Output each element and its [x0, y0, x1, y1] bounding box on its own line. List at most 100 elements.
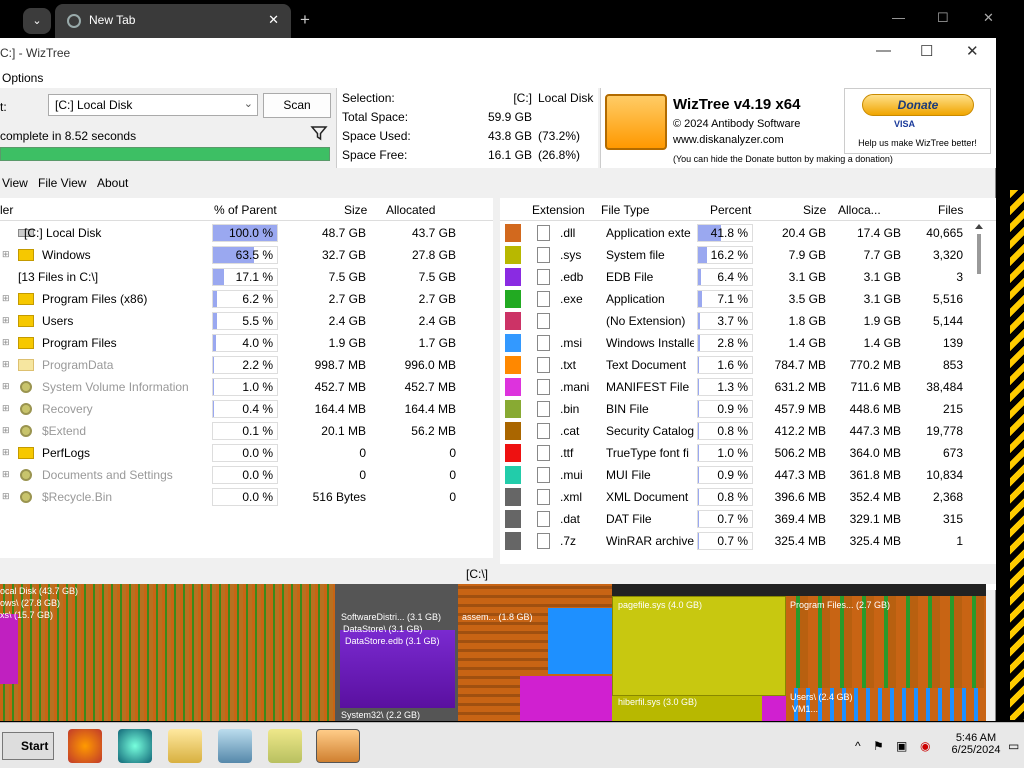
treemap[interactable]: ocal Disk (43.7 GB) ows\ (27.8 GB) xs\ (… [0, 584, 986, 721]
firefox-icon[interactable] [68, 729, 102, 763]
expand-icon[interactable]: ⊞ [2, 447, 10, 458]
expand-icon[interactable]: ⊞ [2, 381, 10, 392]
edge-icon[interactable] [118, 729, 152, 763]
folder-row[interactable]: ⊞ Program Files (x86) 6.2 % 2.7 GB 2.7 GB [0, 288, 493, 310]
folder-row[interactable]: ⊞ $Extend 0.1 % 20.1 MB 56.2 MB [0, 420, 493, 442]
extension-row[interactable]: .7z WinRAR archive 0.7 % 325.4 MB 325.4 MB 1 [500, 530, 996, 552]
file-type-icon [537, 467, 550, 483]
folder-row[interactable]: ⊞ Users 5.5 % 2.4 GB 2.4 GB [0, 310, 493, 332]
col-allocated[interactable]: Allocated [386, 202, 435, 220]
expand-icon[interactable]: ⊞ [2, 469, 10, 480]
extension-row[interactable]: .exe Application 7.1 % 3.5 GB 3.1 GB 5,516 [500, 288, 996, 310]
drive-select[interactable]: [C:] Local Disk ⌄ [48, 94, 258, 116]
maximize-button[interactable]: ☐ [920, 42, 933, 60]
tab-file-view[interactable]: File View [38, 176, 86, 190]
folder-row[interactable]: ⊞ Recovery 0.4 % 164.4 MB 164.4 MB [0, 398, 493, 420]
folder-row[interactable]: ⊞ Windows 63.5 % 32.7 GB 27.8 GB [0, 244, 493, 266]
treemap-block-small[interactable] [762, 696, 786, 721]
col-folder[interactable]: ler [0, 202, 13, 220]
percent-of-parent: 0.0 % [212, 444, 278, 462]
browser-close-button[interactable]: ✕ [983, 10, 994, 26]
expand-icon[interactable]: ⊞ [2, 315, 10, 326]
website-link[interactable]: www.diskanalyzer.com [673, 134, 784, 146]
tab-tree-view[interactable]: View [2, 176, 28, 190]
treemap-block-pagefile[interactable] [612, 596, 786, 696]
expand-icon[interactable]: ⊞ [2, 425, 10, 436]
ext-allocated: 325.4 MB [849, 534, 901, 548]
new-tab-button[interactable]: + [300, 10, 310, 30]
volume-muted-icon[interactable]: ◉ [920, 739, 930, 753]
folder-row[interactable]: [C:] Local Disk 100.0 % 48.7 GB 43.7 GB [0, 222, 493, 244]
expand-icon[interactable]: ⊞ [2, 491, 10, 502]
extension-row[interactable]: .edb EDB File 6.4 % 3.1 GB 3.1 GB 3 [500, 266, 996, 288]
extension-row[interactable]: .mani MANIFEST File 1.3 % 631.2 MB 711.6 MB 3… [500, 376, 996, 398]
tab-close-button[interactable]: ✕ [268, 12, 279, 28]
folder-row[interactable]: ⊞ $Recycle.Bin 0.0 % 516 Bytes 0 [0, 486, 493, 508]
extension-row[interactable]: .txt Text Document 1.6 % 784.7 MB 770.2 MB 85… [500, 354, 996, 376]
file-count: 3 [956, 270, 963, 284]
wiztree-taskbar-icon[interactable] [316, 729, 360, 763]
file-type: MUI File [606, 468, 651, 482]
scan-button[interactable]: Scan [263, 93, 331, 118]
tray-expand-icon[interactable]: ^ [855, 739, 861, 753]
percent-bar [213, 379, 214, 395]
donate-panel[interactable]: Donate VISA Help us make WizTree better! [844, 88, 991, 154]
col-pct-parent[interactable]: % of Parent [214, 202, 277, 220]
col-ext-allocated[interactable]: Alloca... [838, 202, 881, 220]
expand-icon[interactable]: ⊞ [2, 359, 10, 370]
expand-icon[interactable]: ⊞ [2, 293, 10, 304]
treemap-block-msi[interactable] [548, 608, 612, 674]
col-ext-size[interactable]: Size [803, 202, 826, 220]
expand-icon[interactable]: ⊞ [2, 403, 10, 414]
control-panel-icon[interactable] [218, 729, 252, 763]
extension-row[interactable]: .xml XML Document 0.8 % 396.6 MB 352.4 MB 2,3… [500, 486, 996, 508]
network-icon[interactable]: ▣ [896, 739, 907, 753]
folder-row[interactable]: ⊞ ProgramData 2.2 % 998.7 MB 996.0 MB [0, 354, 493, 376]
ext-allocated: 361.8 MB [849, 468, 901, 482]
vertical-scrollbar[interactable] [973, 222, 985, 592]
browser-tab[interactable]: New Tab ✕ [55, 4, 291, 38]
extension-row[interactable]: .sys System file 16.2 % 7.9 GB 7.7 GB 3,320 [500, 244, 996, 266]
start-button[interactable]: Start [2, 732, 54, 760]
folder-row[interactable]: ⊞ Documents and Settings 0.0 % 0 0 [0, 464, 493, 486]
extension-row[interactable]: (No Extension) 3.7 % 1.8 GB 1.9 GB 5,144 [500, 310, 996, 332]
col-file-type[interactable]: File Type [601, 202, 649, 220]
extension-row[interactable]: .bin BIN File 0.9 % 457.9 MB 448.6 MB 215 [500, 398, 996, 420]
system-clock[interactable]: 5:46 AM 6/25/2024 [946, 732, 1006, 756]
extension-row[interactable]: .msi Windows Installe 2.8 % 1.4 GB 1.4 GB 139 [500, 332, 996, 354]
treemap-block-misc[interactable] [520, 676, 612, 721]
col-size[interactable]: Size [344, 202, 367, 220]
system-folder-icon [20, 381, 32, 393]
extension-row[interactable]: .dll Application exte 41.8 % 20.4 GB 17.4 GB… [500, 222, 996, 244]
folder-row[interactable]: ⊞ Program Files 4.0 % 1.9 GB 1.7 GB [0, 332, 493, 354]
expand-icon[interactable]: ⊞ [2, 249, 10, 260]
col-percent[interactable]: Percent [710, 202, 751, 220]
flag-icon[interactable]: ⚑ [873, 739, 884, 753]
show-desktop-icon[interactable]: ▭ [1008, 739, 1019, 753]
folder-allocated: 2.7 GB [418, 292, 456, 306]
browser-maximize-button[interactable]: ☐ [937, 10, 949, 26]
file-explorer-icon[interactable] [168, 729, 202, 763]
percent-of-parent: 2.2 % [212, 356, 278, 374]
folder-row[interactable]: [13 Files in C:\] 17.1 % 7.5 GB 7.5 GB [0, 266, 493, 288]
folder-row[interactable]: ⊞ System Volume Information 1.0 % 452.7 MB 4… [0, 376, 493, 398]
tab-about[interactable]: About [97, 176, 128, 190]
close-button[interactable]: ✕ [966, 42, 979, 60]
sticky-notes-icon[interactable] [268, 729, 302, 763]
minimize-button[interactable]: — [876, 42, 891, 59]
ext-size: 325.4 MB [774, 534, 826, 548]
extension-row[interactable]: .ttf TrueType font fi 1.0 % 506.2 MB 364.0 M… [500, 442, 996, 464]
treemap-block-manifest[interactable] [0, 614, 18, 684]
extension-row[interactable]: .dat DAT File 0.7 % 369.4 MB 329.1 MB 315 [500, 508, 996, 530]
browser-minimize-button[interactable]: — [892, 10, 905, 25]
col-extension[interactable]: Extension [532, 202, 585, 220]
extension-row[interactable]: .cat Security Catalog 0.8 % 412.2 MB 447.3 M… [500, 420, 996, 442]
folder-row[interactable]: ⊞ PerfLogs 0.0 % 0 0 [0, 442, 493, 464]
tab-search-button[interactable]: ⌄ [23, 8, 51, 34]
expand-icon[interactable]: ⊞ [2, 337, 10, 348]
menu-options[interactable]: Options [2, 71, 43, 85]
col-files[interactable]: Files [938, 202, 963, 220]
extension-row[interactable]: .mui MUI File 0.9 % 447.3 MB 361.8 MB 10,834 [500, 464, 996, 486]
filter-icon[interactable] [310, 124, 328, 142]
donate-button[interactable]: Donate [862, 94, 974, 116]
